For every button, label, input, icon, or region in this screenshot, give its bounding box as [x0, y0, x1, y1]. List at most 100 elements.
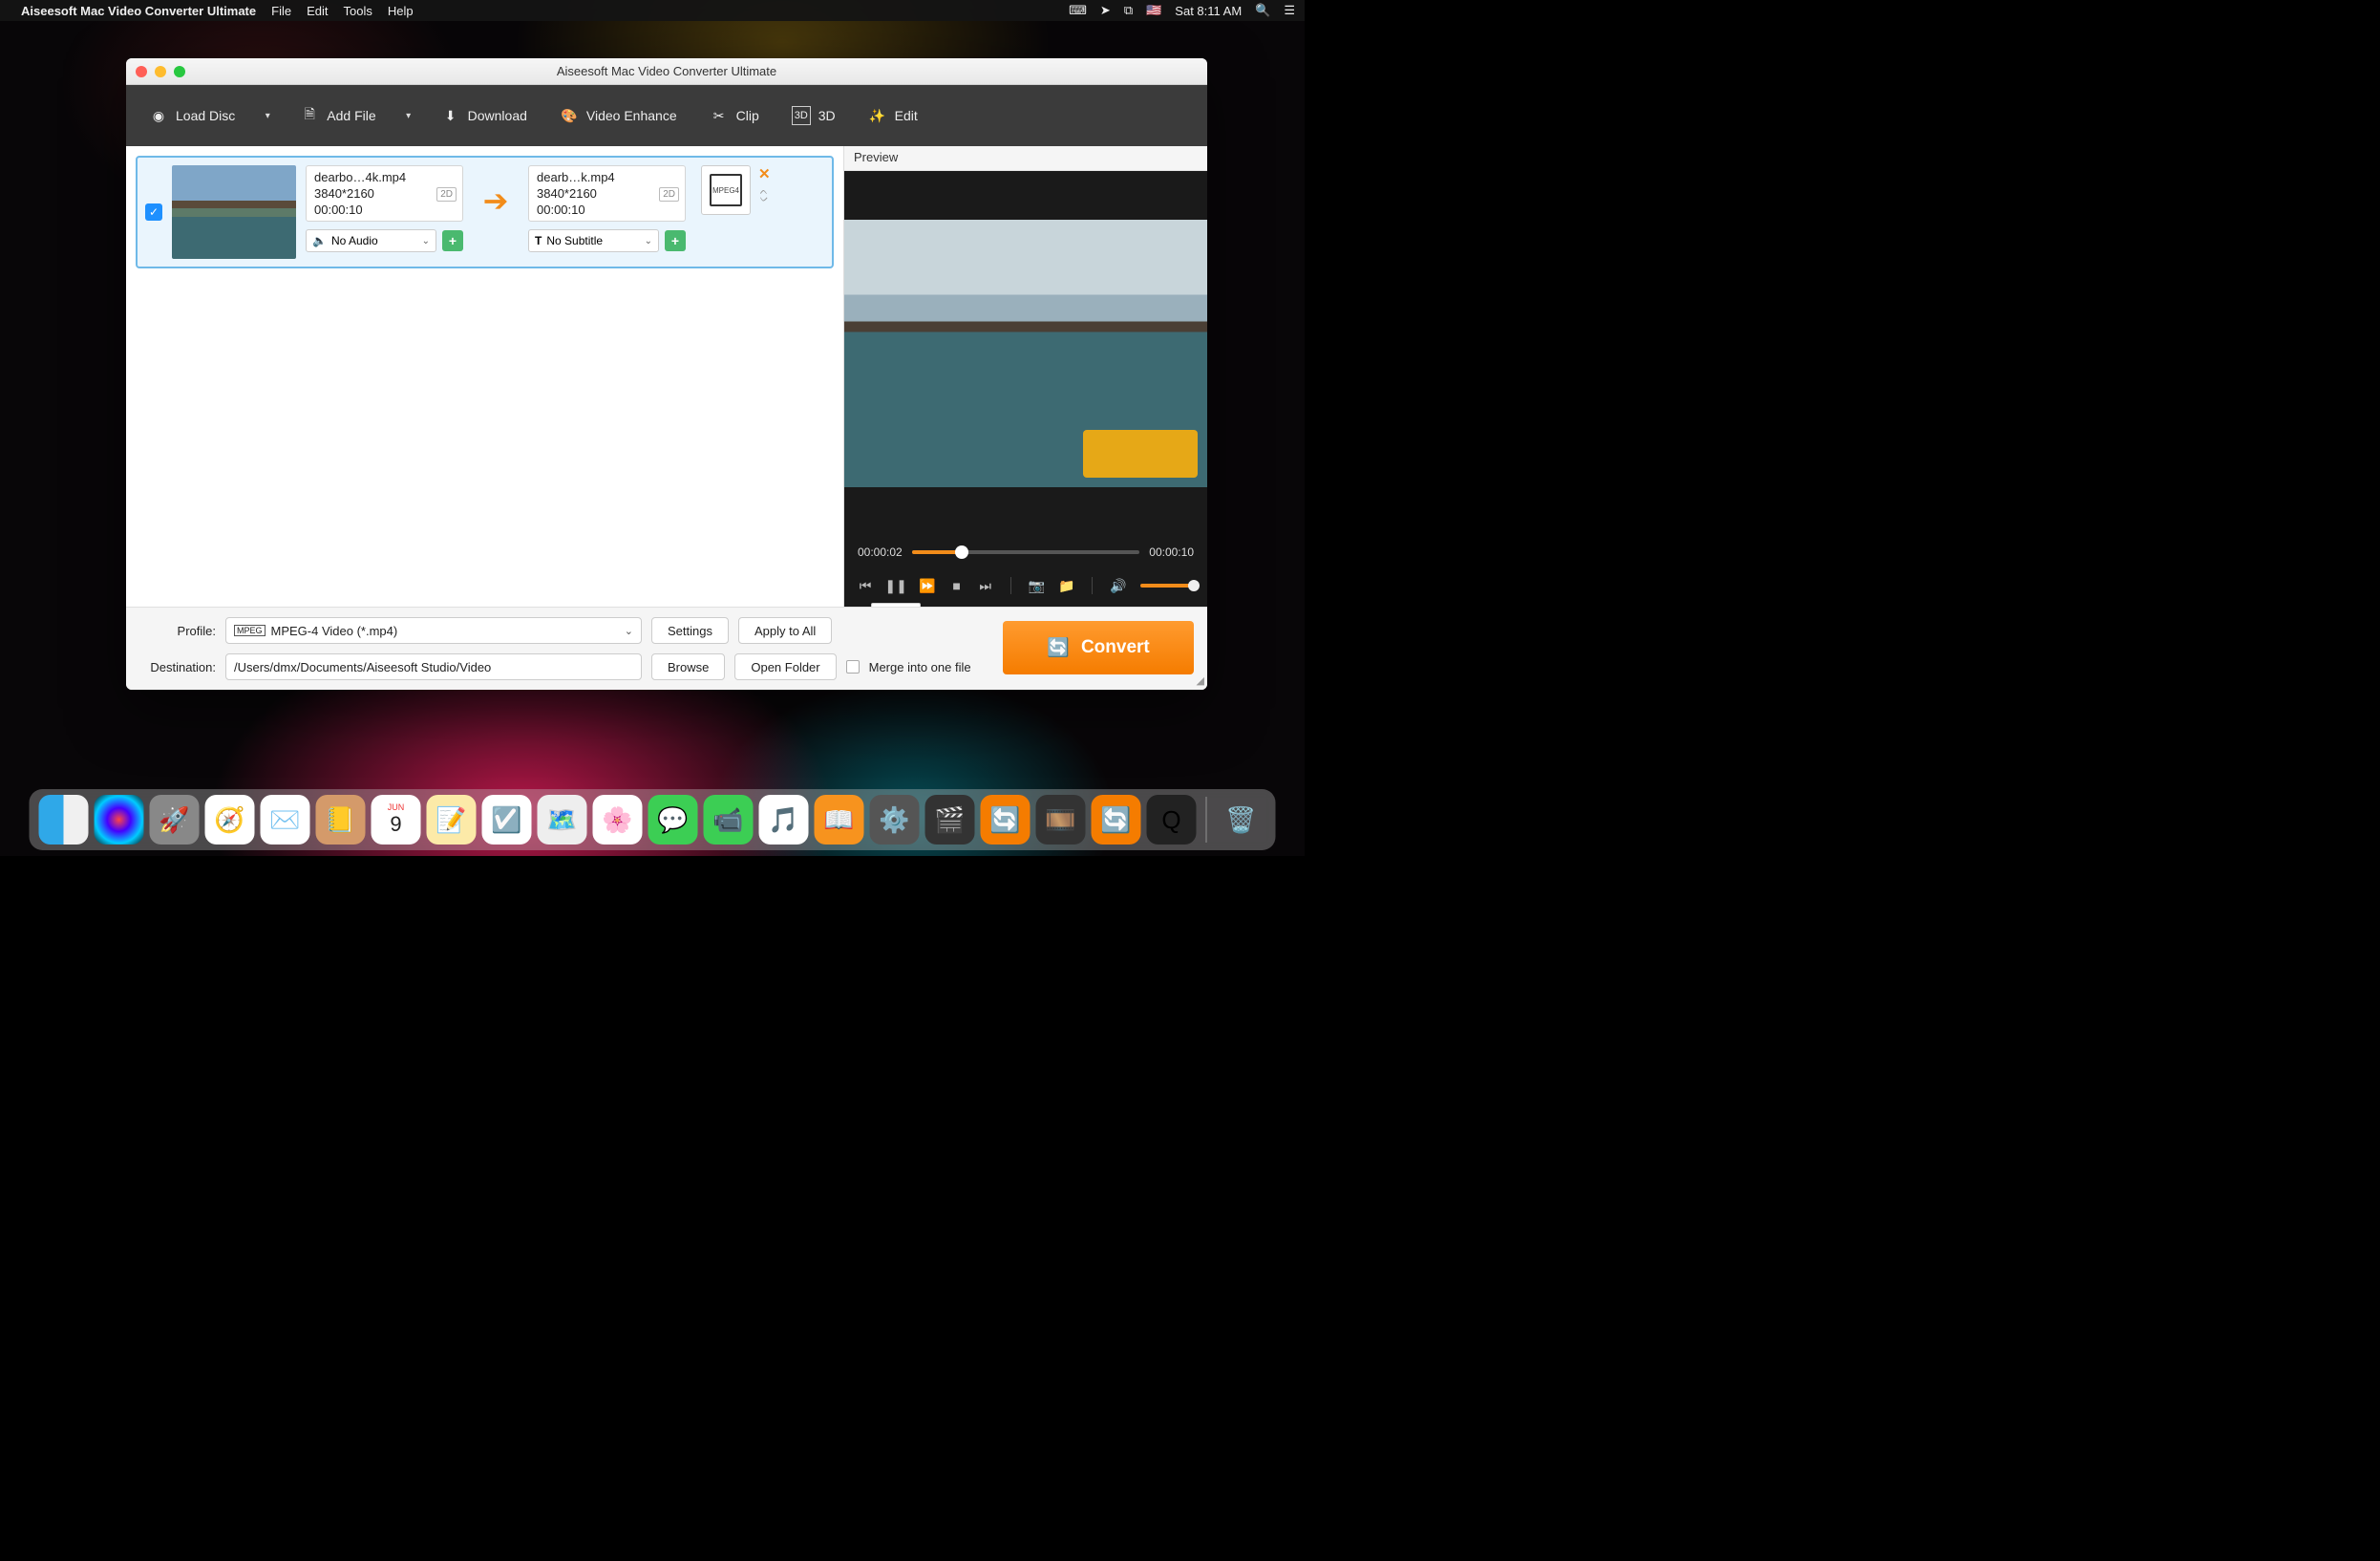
snapshot-button[interactable]: 📷	[1029, 576, 1045, 595]
source-info-box: dearbo…4k.mp4 3840*2160 00:00:10 2D	[306, 165, 463, 222]
destination-input[interactable]: /Users/dmx/Documents/Aiseesoft Studio/Vi…	[225, 653, 642, 680]
dock-app-icon[interactable]: 🔄	[981, 795, 1031, 845]
load-disc-button[interactable]: ◉ Load Disc	[136, 97, 248, 134]
convert-button[interactable]: 🔄 Convert	[1003, 621, 1194, 674]
file-checkbox[interactable]: ✓	[145, 203, 162, 221]
seek-slider[interactable]	[912, 550, 1140, 554]
dock-facetime-icon[interactable]: 📹	[704, 795, 754, 845]
dock-app-icon[interactable]: 🎞️	[1036, 795, 1086, 845]
clip-label: Clip	[736, 108, 759, 123]
dock-notes-icon[interactable]: 📝	[427, 795, 477, 845]
merge-checkbox[interactable]	[846, 660, 860, 674]
arrow-right-icon: ➔	[483, 182, 509, 219]
add-file-icon: 🗎	[300, 106, 319, 125]
add-file-dropdown[interactable]	[395, 111, 422, 121]
dock-app-icon[interactable]: 🎬	[925, 795, 975, 845]
target-info-box: dearb…k.mp4 3840*2160 00:00:10 2D	[528, 165, 686, 222]
preview-video-area[interactable]	[844, 171, 1207, 536]
dock-safari-icon[interactable]: 🧭	[205, 795, 255, 845]
video-enhance-button[interactable]: 🎨 Video Enhance	[546, 97, 691, 134]
clip-button[interactable]: ✂ Clip	[696, 97, 773, 134]
load-disc-dropdown[interactable]	[254, 111, 281, 121]
dock-messages-icon[interactable]: 💬	[648, 795, 698, 845]
dock-trash-icon[interactable]: 🗑️	[1217, 795, 1266, 845]
preview-pane: Preview 00:00:02 00:00:10 ⏮ ❚❚ ⏩ ■	[844, 146, 1207, 607]
menu-file[interactable]: File	[271, 4, 291, 18]
apply-to-all-button[interactable]: Apply to All	[738, 617, 832, 644]
dock-mail-icon[interactable]: ✉️	[261, 795, 310, 845]
status-display-icon[interactable]: ⌨︎	[1069, 3, 1087, 18]
menubar-app-name[interactable]: Aiseesoft Mac Video Converter Ultimate	[21, 4, 256, 18]
download-button[interactable]: ⬇ Download	[428, 97, 541, 134]
open-folder-button[interactable]: Open Folder	[734, 653, 836, 680]
dock-itunes-icon[interactable]: 🎵	[759, 795, 809, 845]
menu-edit[interactable]: Edit	[307, 4, 328, 18]
dock-launchpad-icon[interactable]: 🚀	[150, 795, 200, 845]
status-airplay-icon[interactable]: ⧉	[1124, 3, 1133, 18]
dock-reminders-icon[interactable]: ☑️	[482, 795, 532, 845]
volume-icon[interactable]: 🔊	[1110, 576, 1126, 595]
source-2d-badge: 2D	[436, 187, 457, 202]
window-titlebar[interactable]: Aiseesoft Mac Video Converter Ultimate	[126, 58, 1207, 85]
dock-app-icon[interactable]: 🔄	[1092, 795, 1141, 845]
browse-button[interactable]: Browse	[651, 653, 725, 680]
subtitle-select[interactable]: T No Subtitle ⌄	[528, 229, 659, 252]
volume-slider[interactable]	[1140, 584, 1194, 588]
prev-button[interactable]: ⏮	[858, 576, 873, 595]
remove-file-button[interactable]: ✕	[758, 165, 771, 182]
output-format-button[interactable]: MPEG4	[701, 165, 751, 215]
spotlight-icon[interactable]: 🔍	[1255, 3, 1270, 18]
add-file-button[interactable]: 🗎 Add File	[287, 97, 389, 134]
app-window: Aiseesoft Mac Video Converter Ultimate ◉…	[126, 58, 1207, 690]
mpeg-icon: MPEG	[234, 625, 266, 636]
audio-select[interactable]: 🔈 No Audio ⌄	[306, 229, 436, 252]
dock-finder-icon[interactable]	[39, 795, 89, 845]
window-close-icon[interactable]	[136, 66, 147, 77]
download-icon: ⬇	[441, 106, 460, 125]
status-flag-icon[interactable]: 🇺🇸	[1146, 3, 1161, 18]
enhance-icon: 🎨	[560, 106, 579, 125]
scissors-icon: ✂	[710, 106, 729, 125]
menu-tools[interactable]: Tools	[343, 4, 372, 18]
next-button[interactable]: ⏭	[978, 576, 993, 595]
edit-label: Edit	[895, 108, 918, 123]
menubar-list-icon[interactable]: ☰	[1284, 3, 1295, 18]
pause-button[interactable]: ❚❚	[886, 576, 905, 595]
load-disc-label: Load Disc	[176, 108, 235, 123]
menubar-clock[interactable]: Sat 8:11 AM	[1175, 4, 1242, 18]
dock-siri-icon[interactable]	[95, 795, 144, 845]
menu-help[interactable]: Help	[388, 4, 414, 18]
snapshot-folder-button[interactable]: 📁	[1058, 576, 1074, 595]
total-time: 00:00:10	[1149, 545, 1194, 559]
window-minimize-icon[interactable]	[155, 66, 166, 77]
settings-button[interactable]: Settings	[651, 617, 729, 644]
elapsed-time: 00:00:02	[858, 545, 903, 559]
format-label: MPEG4	[712, 186, 739, 195]
add-audio-button[interactable]: +	[442, 230, 463, 251]
disc-icon: ◉	[149, 106, 168, 125]
resize-grip-icon[interactable]: ◢	[1197, 674, 1204, 687]
dock-ibooks-icon[interactable]: 📖	[815, 795, 864, 845]
target-duration: 00:00:10	[537, 203, 677, 217]
fast-forward-button[interactable]: ⏩	[919, 576, 935, 595]
destination-value: /Users/dmx/Documents/Aiseesoft Studio/Vi…	[234, 660, 491, 674]
status-arrow-icon[interactable]: ➤	[1100, 3, 1111, 18]
dock-syspref-icon[interactable]: ⚙️	[870, 795, 920, 845]
three-d-button[interactable]: 3D 3D	[778, 97, 849, 134]
dock-contacts-icon[interactable]: 📒	[316, 795, 366, 845]
dock-photos-icon[interactable]: 🌸	[593, 795, 643, 845]
macos-dock: 🚀 🧭 ✉️ 📒 JUN9 📝 ☑️ 🗺️ 🌸 💬 📹 🎵 📖 ⚙️ 🎬 🔄 🎞…	[30, 789, 1276, 850]
edit-button[interactable]: ✨ Edit	[855, 97, 931, 134]
stop-button[interactable]: ■	[949, 576, 965, 595]
chevron-down-icon: ⌄	[645, 236, 652, 246]
profile-select[interactable]: MPEG MPEG-4 Video (*.mp4) ⌄	[225, 617, 642, 644]
add-subtitle-button[interactable]: +	[665, 230, 686, 251]
dock-quicktime-icon[interactable]: Q	[1147, 795, 1197, 845]
file-item[interactable]: ✓ dearbo…4k.mp4 3840*2160 00:00:10 2D 🔈	[136, 156, 834, 268]
source-filename: dearbo…4k.mp4	[314, 170, 455, 184]
dock-maps-icon[interactable]: 🗺️	[538, 795, 587, 845]
dock-calendar-icon[interactable]: JUN9	[372, 795, 421, 845]
window-zoom-icon[interactable]	[174, 66, 185, 77]
file-thumbnail[interactable]	[172, 165, 296, 259]
reorder-buttons[interactable]: ᨈᨆ	[760, 188, 769, 203]
